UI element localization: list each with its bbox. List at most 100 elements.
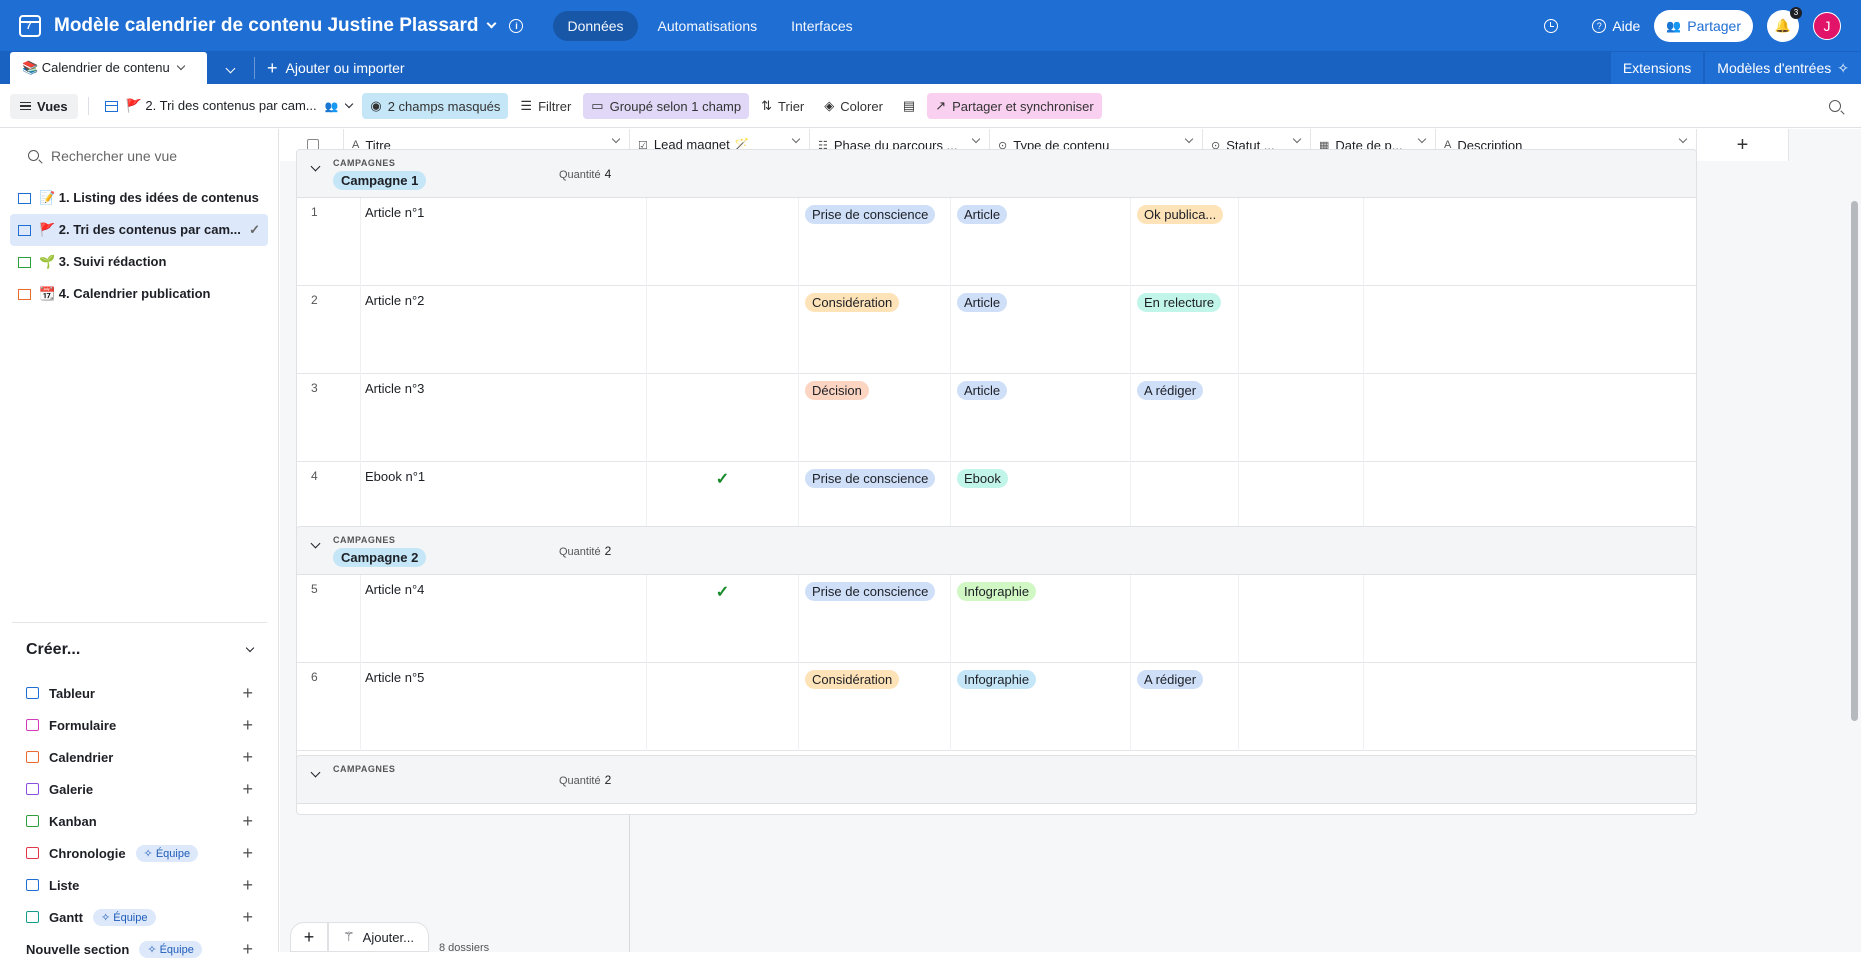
cell-type[interactable]: Article [951,198,1131,286]
cell-date[interactable] [1239,286,1364,374]
plus-icon[interactable]: + [242,907,253,928]
plus-icon[interactable]: + [242,811,253,832]
add-or-import-button[interactable]: + Ajouter ou importer [267,52,405,84]
extensions-button[interactable]: Extensions [1610,52,1704,84]
row-height-button[interactable]: ▤ [895,93,923,119]
scrollbar-thumb[interactable] [1851,201,1858,721]
search-icon[interactable] [1829,100,1841,112]
cell-type[interactable]: Article [951,286,1131,374]
cell-desc[interactable] [1364,374,1696,462]
plus-icon[interactable]: + [242,843,253,864]
scrollbar[interactable] [1847,161,1861,952]
group-header[interactable]: CAMPAGNES Quantité 2 [297,756,1696,804]
group-header[interactable]: CAMPAGNES Campagne 1 Quantité 4 [297,150,1696,198]
cell-num[interactable]: 3 [297,374,361,462]
cell-date[interactable] [1239,198,1364,286]
plus-icon[interactable]: + [242,715,253,736]
share-button[interactable]: 👥 Partager [1654,9,1753,42]
avatar[interactable]: J [1813,11,1841,40]
cell-date[interactable] [1239,663,1364,751]
view-item-tri[interactable]: 🚩 2. Tri des contenus par cam... ✓ [10,214,268,246]
create-item-calendrier[interactable]: Calendrier + [12,741,267,773]
cell-phase[interactable]: Prise de conscience [799,198,951,286]
view-item-suivi[interactable]: 🌱 3. Suivi rédaction [10,246,268,278]
group-button[interactable]: ▭ Groupé selon 1 champ [583,93,750,119]
cell-lead[interactable] [647,374,799,462]
cell-title[interactable]: Article n°4 [361,575,647,663]
chevron-down-icon[interactable] [345,99,354,109]
table-row[interactable]: 3 Article n°3 Décision Article A rédiger [297,374,1696,462]
create-item-galerie[interactable]: Galerie + [12,773,267,805]
chevron-down-icon[interactable] [791,134,801,144]
history-icon[interactable] [1544,18,1559,33]
cell-phase[interactable]: Considération [799,286,951,374]
add-menu-button[interactable]: ⚚ Ajouter... [328,922,429,952]
sort-button[interactable]: ⇅ Trier [753,93,812,119]
add-column-button[interactable]: + [1697,129,1789,161]
cell-status[interactable]: A rédiger [1131,374,1239,462]
view-search-field[interactable]: Rechercher une vue [0,129,278,182]
table-row[interactable]: 2 Article n°2 Considération Article En relec… [297,286,1696,374]
cell-num[interactable]: 5 [297,575,361,663]
view-item-listing[interactable]: 📝 1. Listing des idées de contenus [10,182,268,214]
filter-button[interactable]: ☰ Filtrer [512,93,579,119]
cell-desc[interactable] [1364,575,1696,663]
create-item-formulaire[interactable]: Formulaire + [12,709,267,741]
base-title[interactable]: Modèle calendrier de contenu Justine Pla… [54,15,478,37]
cell-num[interactable]: 1 [297,198,361,286]
cell-lead[interactable] [647,198,799,286]
plus-icon[interactable]: + [242,683,253,704]
table-tab[interactable]: 📚 Calendrier de contenu [10,52,207,84]
chevron-down-icon[interactable] [487,18,497,29]
create-item-tableur[interactable]: Tableur + [12,677,267,709]
cell-status[interactable]: Ok publica... [1131,198,1239,286]
chevron-down-icon[interactable] [176,61,185,71]
table-row[interactable]: 6 Article n°5 Considération Infographie A ré… [297,663,1696,751]
new-section-item[interactable]: Nouvelle section ✧ Équipe + [12,933,267,965]
cell-status[interactable]: A rédiger [1131,663,1239,751]
cell-phase[interactable]: Prise de conscience [799,575,951,663]
plus-icon[interactable]: + [242,939,253,960]
table-row[interactable]: 5 Article n°4 ✓ Prise de conscience Infograp… [297,575,1696,663]
cell-lead[interactable] [647,286,799,374]
collapse-chevron-icon[interactable] [310,767,321,778]
chevron-down-icon[interactable] [1417,134,1427,144]
chevron-down-icon[interactable] [1292,134,1302,144]
hidden-fields-button[interactable]: ◉ 2 champs masqués [362,93,509,119]
chevron-down-icon[interactable] [1678,134,1688,144]
tab-automatisations[interactable]: Automatisations [644,11,772,41]
tab-interfaces[interactable]: Interfaces [777,11,866,41]
create-item-gantt[interactable]: Gantt ✧ Équipe + [12,901,267,933]
chevron-down-icon[interactable] [1184,134,1194,144]
view-item-calendrier[interactable]: 📆 4. Calendrier publication [10,278,268,310]
cell-title[interactable]: Article n°5 [361,663,647,751]
cell-desc[interactable] [1364,663,1696,751]
create-item-kanban[interactable]: Kanban + [12,805,267,837]
cell-date[interactable] [1239,374,1364,462]
cell-title[interactable]: Article n°3 [361,374,647,462]
cell-lead[interactable]: ✓ [647,575,799,663]
cell-phase[interactable]: Décision [799,374,951,462]
views-toggle-button[interactable]: Vues [10,93,78,119]
share-sync-button[interactable]: ↗ Partager et synchroniser [927,93,1102,119]
plus-icon[interactable]: + [242,747,253,768]
cell-num[interactable]: 2 [297,286,361,374]
chevron-down-icon[interactable] [971,134,981,144]
plus-icon[interactable]: + [242,875,253,896]
info-icon[interactable]: i [509,18,524,33]
color-button[interactable]: ◈ Colorer [816,93,891,119]
collapse-chevron-icon[interactable] [310,538,321,549]
chevron-down-icon[interactable] [245,643,255,653]
templates-button[interactable]: Modèles d'entrées ✧ [1705,52,1861,84]
cell-type[interactable]: Infographie [951,663,1131,751]
cell-type[interactable]: Article [951,374,1131,462]
tables-dropdown-icon[interactable] [225,63,236,74]
create-item-chronologie[interactable]: Chronologie ✧ Équipe + [12,837,267,869]
cell-title[interactable]: Article n°2 [361,286,647,374]
plus-icon[interactable]: + [242,779,253,800]
group-header[interactable]: CAMPAGNES Campagne 2 Quantité 2 [297,527,1696,575]
cell-desc[interactable] [1364,198,1696,286]
cell-desc[interactable] [1364,286,1696,374]
create-header[interactable]: Créer... [12,623,267,677]
chevron-down-icon[interactable] [611,134,621,144]
